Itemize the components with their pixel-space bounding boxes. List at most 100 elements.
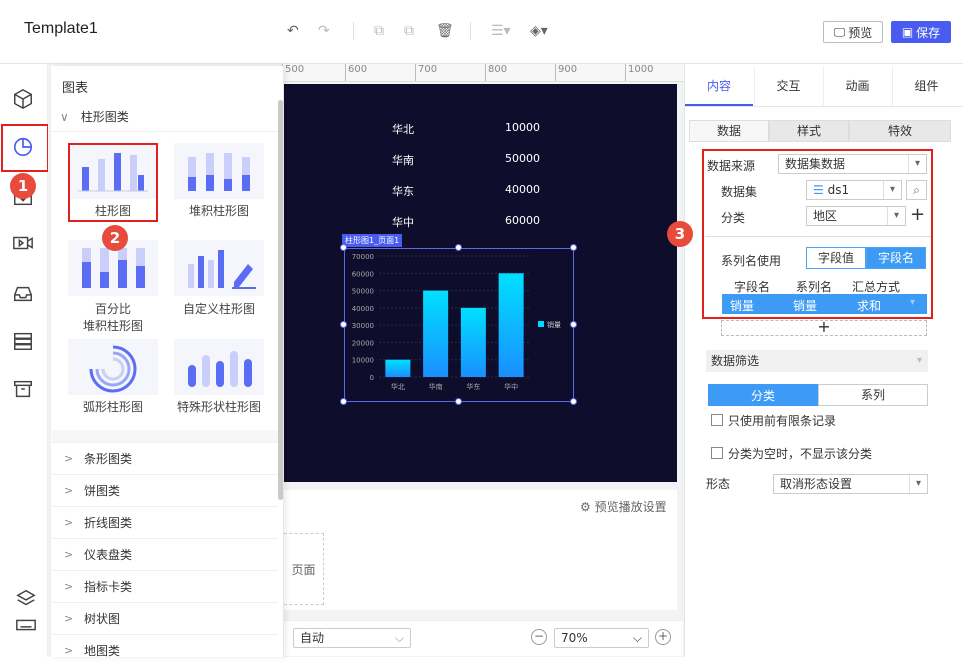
database-icon[interactable] xyxy=(12,330,36,354)
preview-label: 预览 xyxy=(848,25,873,40)
zoom-select[interactable]: 70% ⌵ xyxy=(554,628,649,648)
tab-content[interactable]: 内容 xyxy=(685,66,753,106)
category-row[interactable]: > 树状图 xyxy=(52,602,278,634)
panel-scrollbar[interactable] xyxy=(278,100,283,500)
tile-custom-bar[interactable] xyxy=(174,240,264,296)
resize-handle[interactable] xyxy=(340,398,347,405)
resize-handle[interactable] xyxy=(340,244,347,251)
category-label: 指标卡类 xyxy=(84,580,133,594)
pie-chart-icon[interactable] xyxy=(12,136,36,160)
tile-label: 自定义柱形图 xyxy=(182,302,255,316)
dataset-select[interactable]: ☰ ds1 ▾ xyxy=(806,180,902,200)
resize-handle[interactable] xyxy=(570,398,577,405)
table-cell: 销量 xyxy=(793,299,818,313)
paste-icon[interactable]: ⧉ xyxy=(404,23,414,39)
ruler-tick: 800 xyxy=(485,64,507,81)
data-filter-header[interactable]: 数据筛选 ▾ xyxy=(706,350,928,372)
resize-handle[interactable] xyxy=(340,321,347,328)
table-header: 汇总方式 xyxy=(852,280,901,294)
add-icon[interactable]: + xyxy=(910,204,925,225)
seg-filter-category[interactable]: 分类 xyxy=(708,384,818,406)
fit-mode-select[interactable]: 自动 ⌵ xyxy=(293,628,411,648)
category-row[interactable]: > 折线图类 xyxy=(52,506,278,538)
chevron-right-icon: > xyxy=(64,612,74,625)
stage-row-region: 华东 xyxy=(392,185,414,198)
cube-icon[interactable] xyxy=(12,88,36,112)
resize-handle[interactable] xyxy=(455,398,462,405)
zoom-out-icon[interactable]: − xyxy=(531,629,547,645)
category-field-value: 地区 xyxy=(813,209,838,223)
video-icon[interactable] xyxy=(12,232,36,256)
save-label: 保存 xyxy=(916,25,941,40)
layer-icon[interactable]: ◈▾ xyxy=(530,23,548,39)
ruler-tick: 700 xyxy=(415,64,437,81)
preview-button[interactable]: 🖵 预览 xyxy=(823,21,883,43)
delete-icon[interactable]: 🗑 xyxy=(436,23,454,39)
undo-icon[interactable]: ↶ xyxy=(287,23,299,39)
hide-empty-category-label: 分类为空时，不显示该分类 xyxy=(728,447,873,461)
stacked-bar-thumb-icon xyxy=(188,153,250,191)
add-series-button[interactable]: + xyxy=(721,319,927,336)
seg-filter-series[interactable]: 系列 xyxy=(818,384,928,406)
copy-icon[interactable]: ⧉ xyxy=(374,23,384,39)
preview-settings-link[interactable]: ⚙ 预览播放设置 xyxy=(580,498,667,515)
toolbar-divider xyxy=(353,22,354,40)
category-row[interactable]: > 饼图类 xyxy=(52,474,278,506)
limit-records-checkbox[interactable] xyxy=(711,414,723,426)
category-field-select[interactable]: 地区 ▾ xyxy=(806,206,906,226)
chart-selection-box[interactable] xyxy=(344,248,574,402)
redo-icon[interactable]: ↷ xyxy=(318,23,330,39)
custom-bar-thumb-icon xyxy=(188,250,256,289)
resize-handle[interactable] xyxy=(570,321,577,328)
bar-category-header[interactable]: ∨ 柱形图类 xyxy=(60,108,129,125)
datasource-label: 数据来源 xyxy=(707,159,756,173)
archive-icon[interactable] xyxy=(12,378,36,402)
tile-special-shape-bar[interactable] xyxy=(174,339,264,395)
tile-label-line2: 堆积柱形图 xyxy=(82,319,143,333)
datasource-select[interactable]: 数据集数据 ▾ xyxy=(778,154,927,174)
category-row[interactable]: > 条形图类 xyxy=(52,442,278,474)
align-icon[interactable]: ☰▾ xyxy=(491,23,511,39)
seg-field-name[interactable]: 字段名 xyxy=(866,247,926,269)
save-button[interactable]: ▣ 保存 xyxy=(891,21,951,43)
divider xyxy=(685,106,963,107)
shape-select[interactable]: 取消形态设置 ▾ xyxy=(773,474,928,494)
horizontal-ruler: 500 600 700 800 900 1000 xyxy=(282,64,684,82)
category-row[interactable]: > 地图类 xyxy=(52,634,278,658)
table-cell: 销量 xyxy=(730,299,755,313)
fit-mode-value: 自动 xyxy=(300,631,325,645)
tab-animation[interactable]: 动画 xyxy=(823,66,891,106)
seg-field-value[interactable]: 字段值 xyxy=(806,247,866,269)
resize-handle[interactable] xyxy=(455,244,462,251)
tab-component[interactable]: 组件 xyxy=(892,66,960,106)
chevron-right-icon: > xyxy=(64,484,74,497)
category-row[interactable]: > 指标卡类 xyxy=(52,570,278,602)
search-icon[interactable]: ⌕ xyxy=(906,180,927,200)
tab-interaction[interactable]: 交互 xyxy=(754,66,822,106)
series-name-label: 系列名使用 xyxy=(721,254,782,268)
tile-arc-bar[interactable] xyxy=(68,339,158,395)
datasource-value: 数据集数据 xyxy=(785,157,846,171)
page-thumbnail[interactable]: 页面 xyxy=(284,533,324,605)
ruler-tick: 600 xyxy=(345,64,367,81)
database-icon: ☰ xyxy=(813,183,828,197)
category-label: 饼图类 xyxy=(84,484,121,498)
category-row[interactable]: > 仪表盘类 xyxy=(52,538,278,570)
stage-row-region: 华中 xyxy=(392,216,414,229)
subtab-data[interactable]: 数据 xyxy=(689,120,769,142)
row-dropdown-icon[interactable]: ▾ xyxy=(910,297,915,308)
keyboard-icon[interactable] xyxy=(15,614,39,638)
zoom-in-icon[interactable]: + xyxy=(655,629,671,645)
layers-icon[interactable] xyxy=(15,588,39,612)
chevron-down-icon: ⌵ xyxy=(394,631,404,645)
subtab-effect[interactable]: 特效 xyxy=(849,120,951,142)
table-cell: 求和 xyxy=(857,299,882,313)
chevron-right-icon: > xyxy=(64,548,74,561)
resize-handle[interactable] xyxy=(570,244,577,251)
stage-row-region: 华南 xyxy=(392,154,414,167)
tile-stacked-bar[interactable] xyxy=(174,143,264,199)
subtab-style[interactable]: 样式 xyxy=(769,120,849,142)
hide-empty-category-checkbox[interactable] xyxy=(711,447,723,459)
toolbar-divider xyxy=(470,22,471,40)
inbox-icon[interactable] xyxy=(12,283,36,307)
